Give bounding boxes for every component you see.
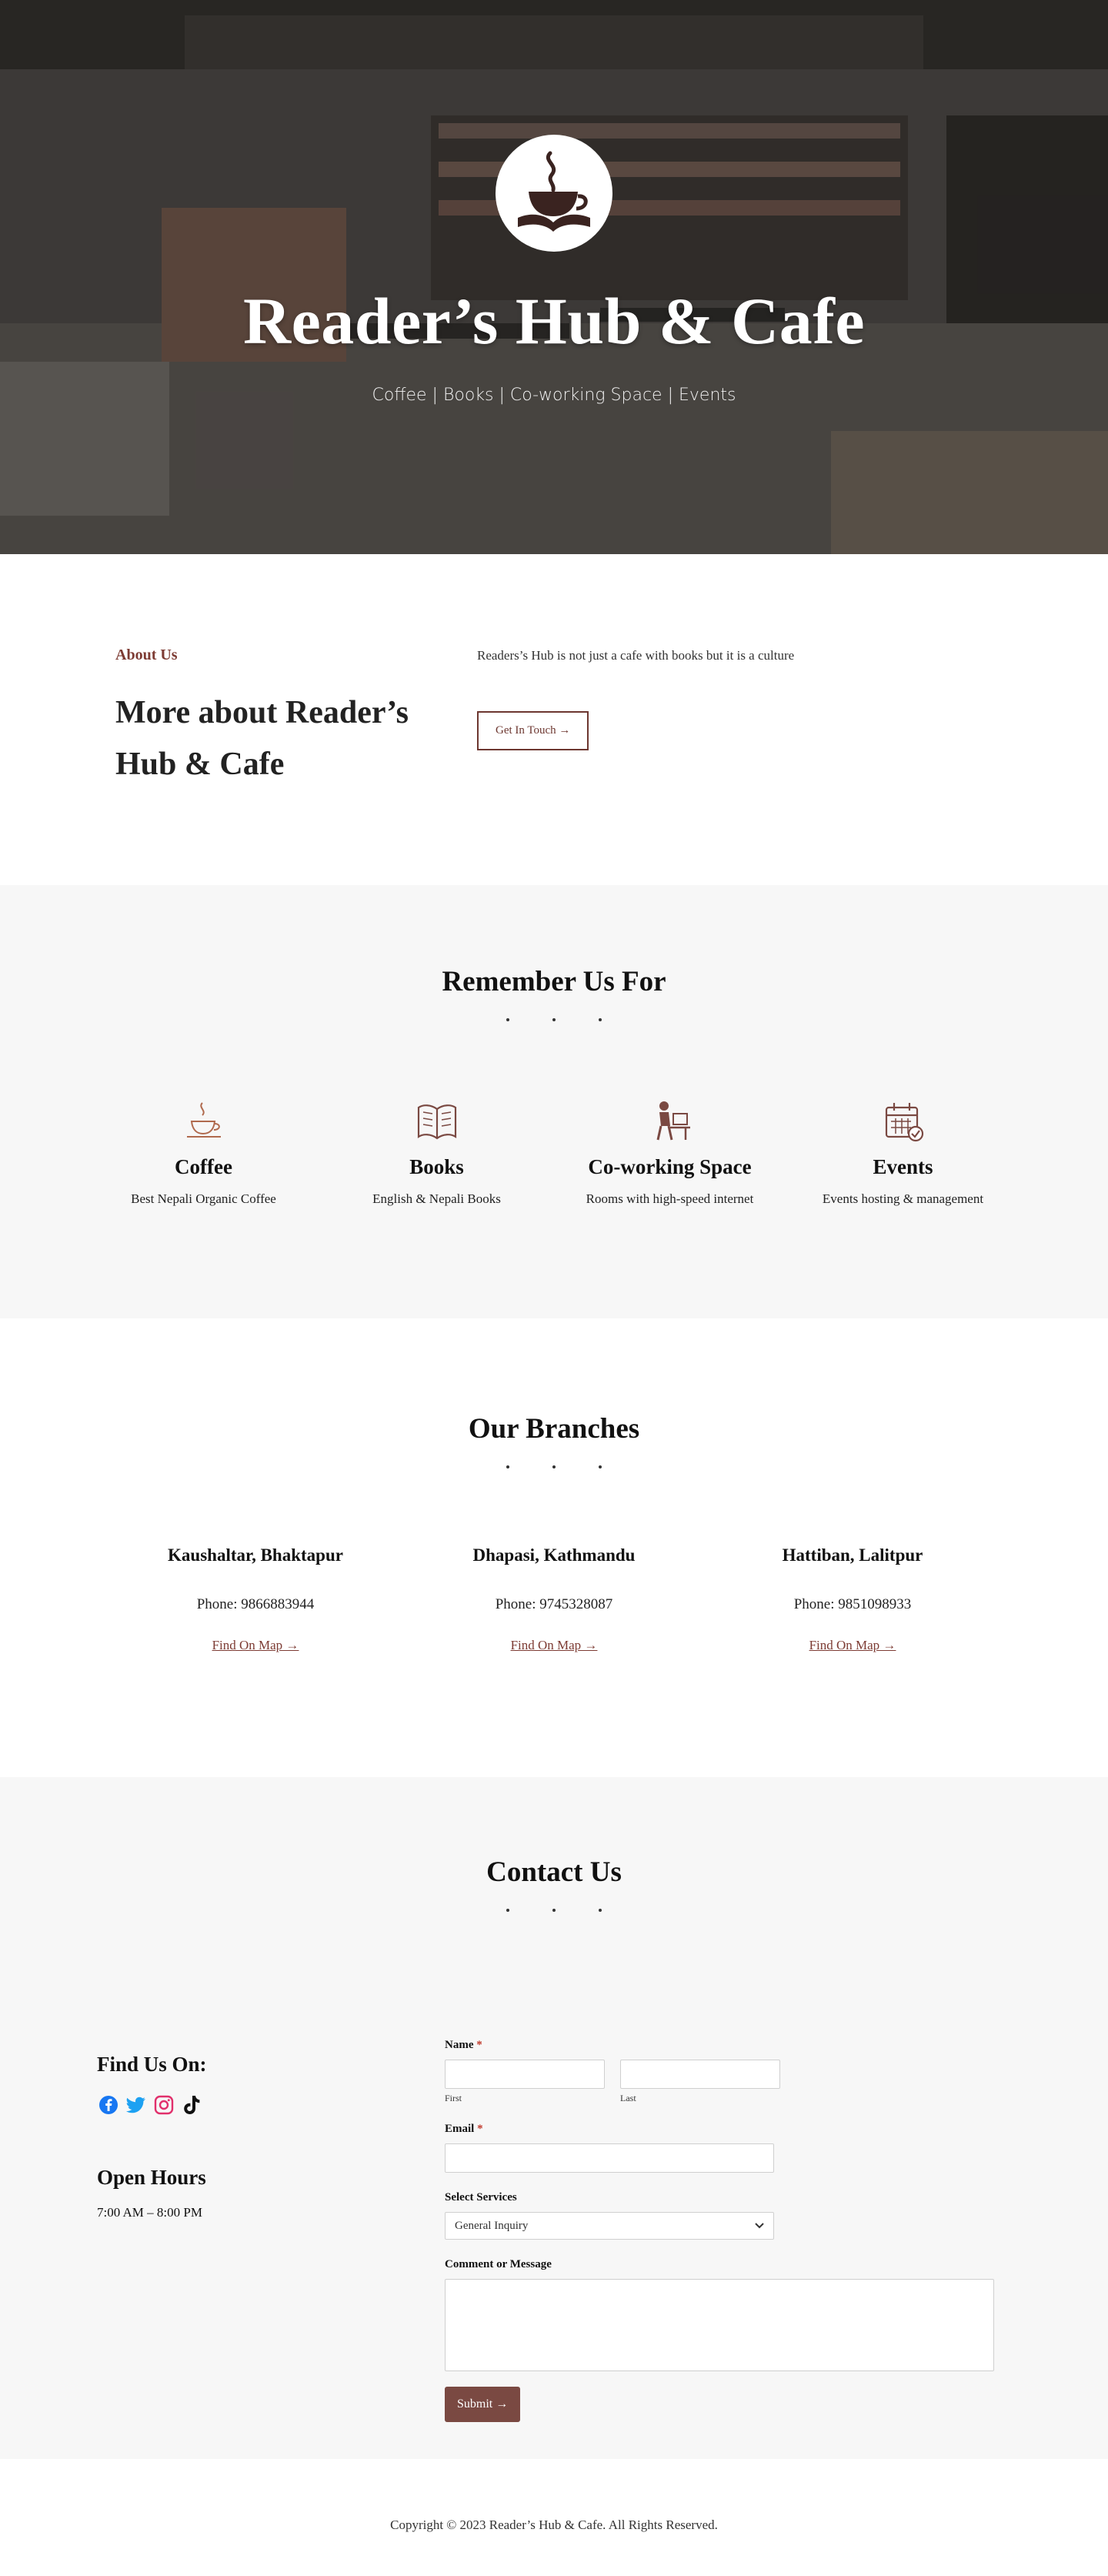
hero-section: Reader’s Hub & Cafe Coffee | Books | Co-… (0, 0, 1108, 554)
calendar-icon (885, 1103, 923, 1142)
features-section: Remember Us For Coffee Best Nepali Organ… (0, 885, 1108, 1318)
feature-item: Books English & Nepali Books (320, 1098, 553, 1207)
instagram-icon[interactable] (152, 2093, 175, 2117)
section-divider (0, 1909, 1108, 1912)
branch-name: Hattiban, Lalitpur (782, 1545, 923, 1565)
social-links (97, 2093, 207, 2117)
chevron-down-icon (755, 2223, 764, 2229)
hero-title: Reader’s Hub & Cafe (242, 284, 866, 358)
feature-title: Books (409, 1155, 464, 1178)
submit-button[interactable]: Submit → (445, 2387, 521, 2422)
open-hours-text: 7:00 AM – 8:00 PM (97, 2205, 202, 2220)
feature-title: Co-working Space (588, 1155, 752, 1178)
coworking-icon (656, 1101, 690, 1141)
branch-card: Hattiban, Lalitpur Phone: 9851098933 Fin… (703, 1545, 1002, 1653)
open-hours-title: Open Hours (97, 2166, 206, 2189)
branch-phone: Phone: 9745328087 (495, 1596, 613, 1612)
find-on-map-link[interactable]: Find On Map → (809, 1638, 896, 1653)
feature-item: Events Events hosting & management (786, 1098, 1020, 1207)
branch-card: Dhapasi, Kathmandu Phone: 9745328087 Fin… (405, 1545, 703, 1653)
required-mark: * (477, 2123, 483, 2135)
coffee-icon (186, 1102, 221, 1138)
email-label: Email * (445, 2123, 483, 2135)
contact-section: Contact Us Find Us On: Open Hours 7:00 A (0, 1777, 1108, 2459)
required-mark: * (476, 2039, 482, 2051)
footer: Copyright © 2023 Reader’s Hub & Cafe. Al… (0, 2459, 1108, 2576)
branch-name: Dhapasi, Kathmandu (472, 1545, 636, 1565)
feature-item: Coffee Best Nepali Organic Coffee (87, 1098, 320, 1207)
feature-desc: English & Nepali Books (372, 1191, 501, 1206)
feature-desc: Best Nepali Organic Coffee (131, 1191, 276, 1206)
section-divider (0, 1018, 1108, 1021)
find-us-title: Find Us On: (97, 2053, 207, 2076)
get-in-touch-button[interactable]: Get In Touch → (477, 711, 589, 750)
coffee-cup-book-logo (518, 151, 590, 232)
services-select[interactable]: General Inquiry (445, 2212, 774, 2240)
name-label: Name * (445, 2039, 482, 2051)
feature-item: Co-working Space Rooms with high-speed i… (553, 1098, 786, 1207)
message-textarea[interactable] (445, 2279, 994, 2371)
contact-title: Contact Us (486, 1856, 622, 1888)
twitter-icon[interactable] (125, 2093, 148, 2117)
branch-phone: Phone: 9866883944 (196, 1596, 315, 1612)
feature-desc: Events hosting & management (822, 1191, 984, 1206)
contact-form: Name * First Last Email * Select Service… (445, 2039, 994, 2422)
about-section: About Us More about Reader’s Hub & Cafe … (0, 554, 1108, 885)
first-name-label: First (445, 2093, 462, 2103)
feature-title: Coffee (175, 1155, 232, 1178)
about-text: Readers’s Hub is not just a cafe with bo… (477, 648, 795, 663)
about-heading: More about Reader’s Hub & Cafe (115, 695, 409, 783)
features-title: Remember Us For (442, 966, 666, 997)
find-on-map-link[interactable]: Find On Map → (212, 1638, 299, 1653)
facebook-icon[interactable] (97, 2093, 120, 2117)
last-name-input[interactable] (620, 2060, 780, 2089)
tiktok-icon[interactable] (180, 2093, 203, 2117)
logo[interactable] (496, 135, 612, 252)
branches-title: Our Branches (468, 1413, 640, 1445)
branch-name: Kaushaltar, Bhaktapur (168, 1545, 343, 1565)
email-field[interactable] (445, 2143, 774, 2173)
find-on-map-link[interactable]: Find On Map → (511, 1638, 598, 1653)
first-name-input[interactable] (445, 2060, 605, 2089)
feature-title: Events (873, 1155, 933, 1178)
branches-section: Our Branches Kaushaltar, Bhaktapur Phone… (0, 1318, 1108, 1777)
last-name-label: Last (620, 2093, 636, 2103)
feature-desc: Rooms with high-speed internet (586, 1191, 754, 1206)
book-icon (417, 1104, 456, 1140)
copyright-text: Copyright © 2023 Reader’s Hub & Cafe. Al… (390, 2518, 718, 2532)
message-label: Comment or Message (445, 2258, 552, 2270)
branch-card: Kaushaltar, Bhaktapur Phone: 9866883944 … (106, 1545, 405, 1653)
services-label: Select Services (445, 2191, 517, 2203)
section-divider (0, 1465, 1108, 1468)
branch-phone: Phone: 9851098933 (793, 1596, 912, 1612)
hero-subtitle: Coffee | Books | Co-working Space | Even… (372, 386, 736, 405)
about-label: About Us (115, 647, 178, 663)
services-selected-value: General Inquiry (455, 2219, 529, 2232)
